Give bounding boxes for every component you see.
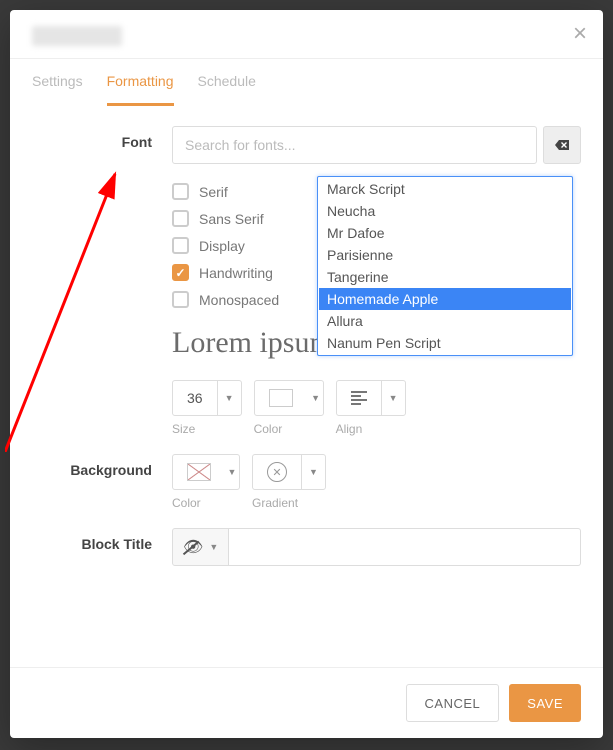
cancel-button[interactable]: CANCEL: [406, 684, 500, 722]
font-option[interactable]: Tangerine: [319, 266, 571, 288]
filter-label: Handwriting: [199, 265, 273, 281]
chevron-down-icon[interactable]: ▼: [217, 381, 241, 415]
checkbox[interactable]: [172, 264, 189, 281]
font-color-select[interactable]: ▼: [254, 380, 324, 416]
close-icon[interactable]: ×: [573, 22, 587, 46]
color-swatch: [269, 389, 293, 407]
visibility-toggle[interactable]: 👁 ▼: [172, 528, 229, 566]
checkbox[interactable]: [172, 237, 189, 254]
size-label: Size: [172, 422, 242, 436]
checkbox[interactable]: [172, 291, 189, 308]
font-option[interactable]: Marck Script: [319, 178, 571, 200]
tab-schedule[interactable]: Schedule: [198, 59, 256, 106]
font-dropdown[interactable]: Marck Script Neucha Mr Dafoe Parisienne …: [317, 176, 573, 356]
settings-modal: × Settings Formatting Schedule Font: [10, 10, 603, 738]
filter-label: Serif: [199, 184, 228, 200]
no-color-icon: [187, 463, 211, 481]
size-select[interactable]: 36 ▼: [172, 380, 242, 416]
modal-footer: CANCEL SAVE: [10, 667, 603, 738]
chevron-down-icon[interactable]: ▼: [309, 381, 323, 415]
tab-formatting[interactable]: Formatting: [107, 59, 174, 106]
tab-settings[interactable]: Settings: [32, 59, 83, 106]
chevron-down-icon[interactable]: ▼: [381, 381, 405, 415]
backspace-icon: [555, 140, 569, 150]
bg-color-label: Color: [172, 496, 240, 510]
font-option[interactable]: Parisienne: [319, 244, 571, 266]
chevron-down-icon[interactable]: ▼: [301, 455, 325, 489]
filter-label: Display: [199, 238, 245, 254]
gradient-select[interactable]: ✕ ▼: [252, 454, 326, 490]
modal-header: [10, 10, 603, 59]
align-left-icon: [351, 391, 367, 405]
clear-search-button[interactable]: [543, 126, 581, 164]
font-option[interactable]: Allura: [319, 310, 571, 332]
eye-off-icon: 👁: [183, 537, 203, 557]
checkbox[interactable]: [172, 183, 189, 200]
chevron-down-icon[interactable]: ▼: [225, 455, 239, 489]
save-button[interactable]: SAVE: [509, 684, 581, 722]
font-label: Font: [32, 126, 172, 150]
font-option[interactable]: Nanum Pen Script: [319, 332, 571, 354]
logo: [32, 26, 122, 46]
bg-color-select[interactable]: ▼: [172, 454, 240, 490]
color-label: Color: [254, 422, 324, 436]
font-search-input[interactable]: [172, 126, 537, 164]
font-option[interactable]: Mr Dafoe: [319, 222, 571, 244]
gradient-label: Gradient: [252, 496, 326, 510]
align-select[interactable]: ▼: [336, 380, 406, 416]
chevron-down-icon: ▼: [209, 542, 218, 552]
block-title-input[interactable]: [229, 528, 581, 566]
size-value: 36: [173, 390, 217, 406]
block-title-label: Block Title: [32, 528, 172, 552]
font-option[interactable]: Neucha: [319, 200, 571, 222]
tabs: Settings Formatting Schedule: [10, 59, 603, 106]
filter-label: Sans Serif: [199, 211, 264, 227]
font-option-selected[interactable]: Homemade Apple: [319, 288, 571, 310]
background-label: Background: [32, 454, 172, 478]
filter-label: Monospaced: [199, 292, 279, 308]
checkbox[interactable]: [172, 210, 189, 227]
align-label: Align: [336, 422, 406, 436]
none-icon: ✕: [267, 462, 287, 482]
